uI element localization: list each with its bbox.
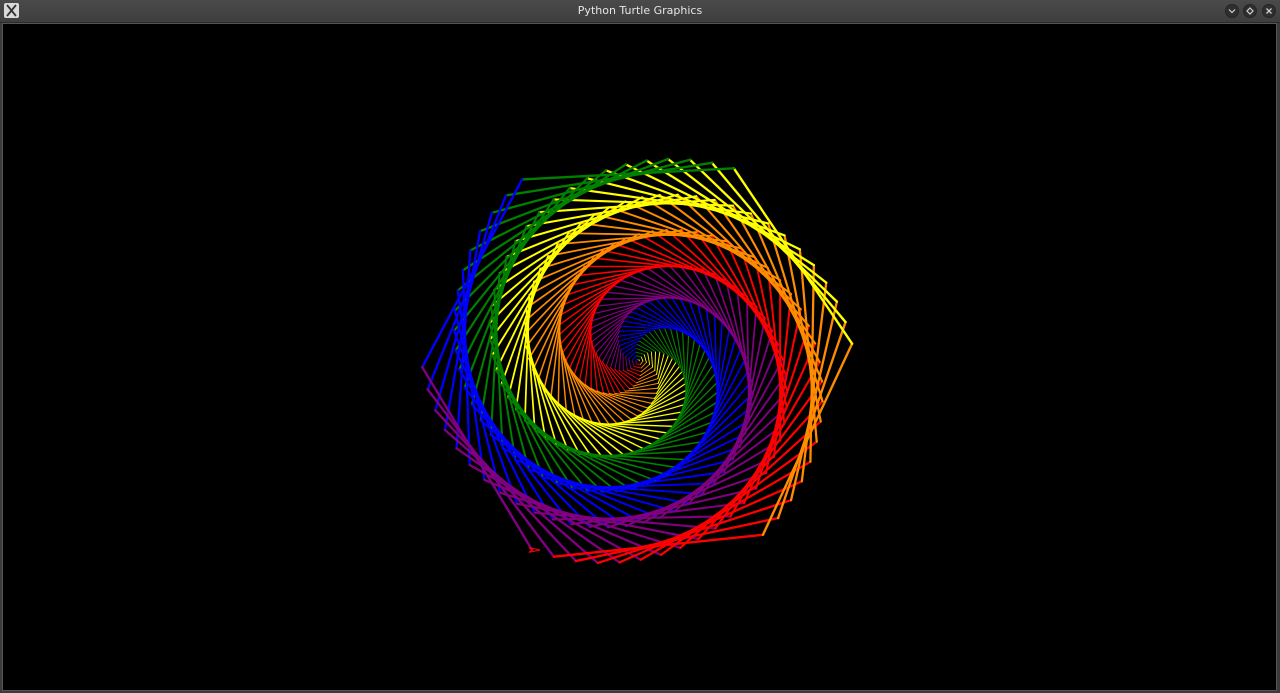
spiral-segment bbox=[625, 355, 628, 371]
spiral-segment bbox=[631, 355, 637, 361]
spiral-segment bbox=[640, 363, 651, 373]
window-title: Python Turtle Graphics bbox=[577, 4, 703, 17]
spiral-segment bbox=[633, 366, 642, 369]
spiral-segment bbox=[640, 361, 647, 369]
spiral-segment bbox=[614, 368, 634, 387]
turtle-cursor-icon bbox=[528, 547, 541, 553]
turtle-canvas-area[interactable] bbox=[2, 23, 1277, 691]
spiral-lines bbox=[421, 157, 854, 565]
spiral-segment bbox=[426, 388, 556, 558]
turtle-window: Python Turtle Graphics bbox=[0, 0, 1280, 693]
spiral-segment bbox=[591, 340, 598, 392]
spiral-segment bbox=[458, 368, 555, 521]
spiral-segment bbox=[653, 329, 673, 359]
spiral-segment bbox=[640, 356, 644, 362]
spiral-segment bbox=[635, 360, 638, 365]
spiral-segment bbox=[619, 392, 658, 394]
title-bar[interactable]: Python Turtle Graphics bbox=[0, 0, 1280, 23]
spiral-segment bbox=[710, 161, 847, 324]
close-button[interactable] bbox=[1262, 4, 1276, 18]
spiral-segment bbox=[593, 298, 657, 315]
spiral-segment bbox=[593, 315, 628, 349]
diamond-icon bbox=[1246, 7, 1254, 15]
turtle-drawing bbox=[421, 157, 854, 565]
spiral-segment bbox=[654, 351, 657, 371]
spiral-segment bbox=[635, 351, 645, 355]
minimize-button[interactable] bbox=[1225, 4, 1239, 18]
spiral-segment bbox=[605, 364, 626, 392]
spiral-segment bbox=[618, 329, 655, 332]
spiral-segment bbox=[434, 211, 494, 412]
spiral-segment bbox=[618, 349, 622, 371]
maximize-button[interactable] bbox=[1243, 4, 1257, 18]
spiral-segment bbox=[650, 351, 653, 368]
chevron-down-icon bbox=[1228, 9, 1236, 14]
spiral-segment bbox=[614, 345, 620, 370]
spiral-segment bbox=[631, 359, 635, 367]
spiral-segment bbox=[490, 158, 692, 214]
spiral-segment bbox=[578, 320, 593, 381]
spiral-segment bbox=[630, 368, 642, 373]
spiral-segment bbox=[647, 352, 651, 365]
spiral-segment bbox=[608, 418, 679, 425]
spiral-segment bbox=[648, 331, 669, 356]
spiral-segment bbox=[640, 360, 644, 365]
spiral-segment bbox=[636, 343, 652, 353]
spiral-segment bbox=[643, 353, 647, 363]
spiral-segment bbox=[635, 355, 642, 358]
spiral-segment bbox=[628, 358, 632, 369]
close-icon bbox=[1266, 8, 1272, 14]
spiral-segment bbox=[688, 158, 839, 303]
spiral-segment bbox=[434, 409, 578, 563]
spiral-segment bbox=[625, 347, 637, 357]
